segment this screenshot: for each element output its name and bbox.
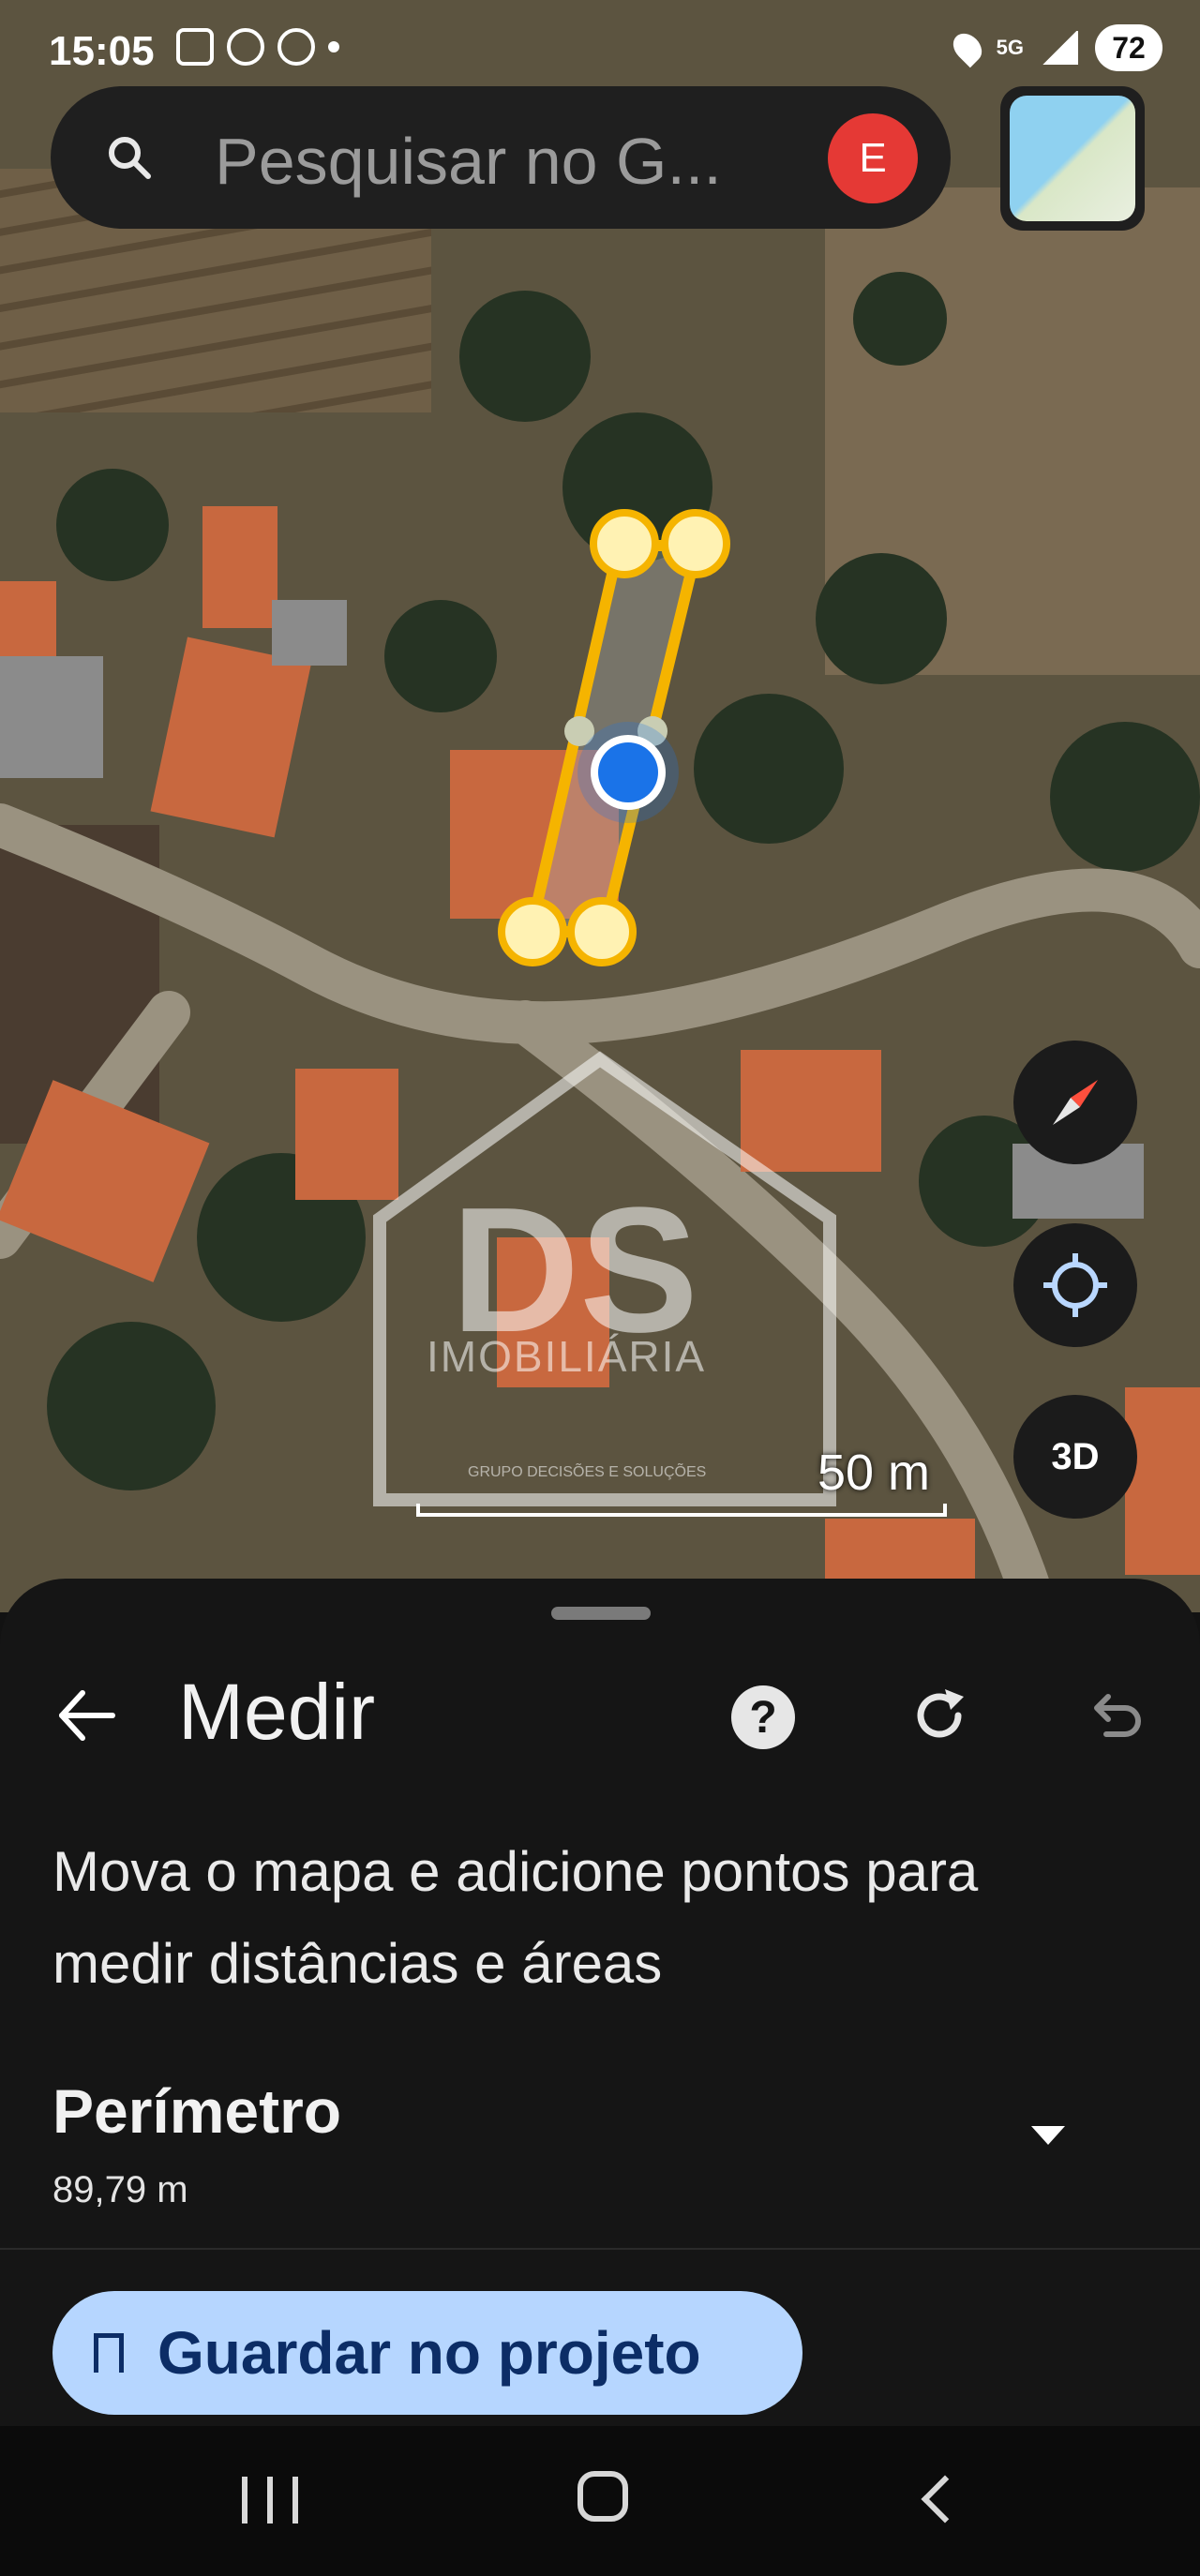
measure-point[interactable]	[498, 897, 567, 966]
layers-button[interactable]	[1000, 86, 1145, 231]
network-type: 5G	[996, 36, 1024, 59]
search-icon	[109, 137, 151, 179]
back-icon[interactable]	[921, 2475, 969, 2524]
undo-icon[interactable]	[1082, 1684, 1146, 1747]
home-icon[interactable]	[578, 2471, 628, 2522]
messenger-icon	[278, 28, 315, 66]
bookmark-icon	[94, 2333, 124, 2375]
screen-record-icon	[176, 28, 214, 66]
drag-handle[interactable]	[551, 1607, 651, 1620]
navigation-bar	[0, 2426, 1200, 2576]
watermark-brand: IMOBILIÁRIA	[427, 1332, 707, 1381]
measure-point[interactable]	[567, 897, 637, 966]
search-bar[interactable]: Pesquisar no G... E	[51, 86, 951, 229]
compass-icon	[1053, 1080, 1098, 1125]
status-time: 15:05	[49, 28, 155, 74]
dropdown-arrow-icon[interactable]	[1031, 2126, 1065, 2145]
page-title: Medir	[178, 1668, 376, 1756]
metric-label: Perímetro	[52, 2076, 342, 2146]
save-button-label: Guardar no projeto	[158, 2319, 701, 2387]
search-input[interactable]: Pesquisar no G...	[215, 124, 722, 199]
layers-thumbnail	[1010, 96, 1135, 221]
signal-icon	[1041, 31, 1078, 65]
more-notifications-icon	[328, 41, 339, 52]
location-icon	[947, 27, 987, 68]
compass-button[interactable]	[1013, 1041, 1137, 1164]
recent-apps-icon[interactable]	[242, 2477, 298, 2524]
scale-label: 50 m	[817, 1445, 930, 1501]
my-location-button[interactable]	[1013, 1223, 1137, 1347]
save-to-project-button[interactable]: Guardar no projeto	[52, 2291, 802, 2415]
measure-point[interactable]	[590, 509, 659, 578]
scale-bar: 50 m	[416, 1444, 947, 1524]
battery-level: 72	[1095, 24, 1162, 71]
refresh-icon[interactable]	[908, 1684, 971, 1747]
three-d-button[interactable]: 3D	[1013, 1395, 1137, 1519]
current-location-dot	[578, 722, 679, 823]
whatsapp-icon	[227, 28, 264, 66]
account-avatar[interactable]: E	[828, 113, 918, 203]
crosshair-icon	[1043, 1253, 1107, 1317]
instructions-text: Mova o mapa e adicione pontos para medir…	[52, 1840, 979, 1995]
metric-value: 89,79 m	[52, 2169, 188, 2210]
satellite-map[interactable]: DS IMOBILIÁRIA GRUPO DECISÕES E SOLUÇÕES…	[0, 0, 1200, 1612]
help-icon[interactable]: ?	[731, 1685, 795, 1749]
measure-point[interactable]	[661, 509, 730, 578]
back-arrow-icon[interactable]	[52, 1682, 120, 1749]
divider	[0, 2248, 1200, 2250]
